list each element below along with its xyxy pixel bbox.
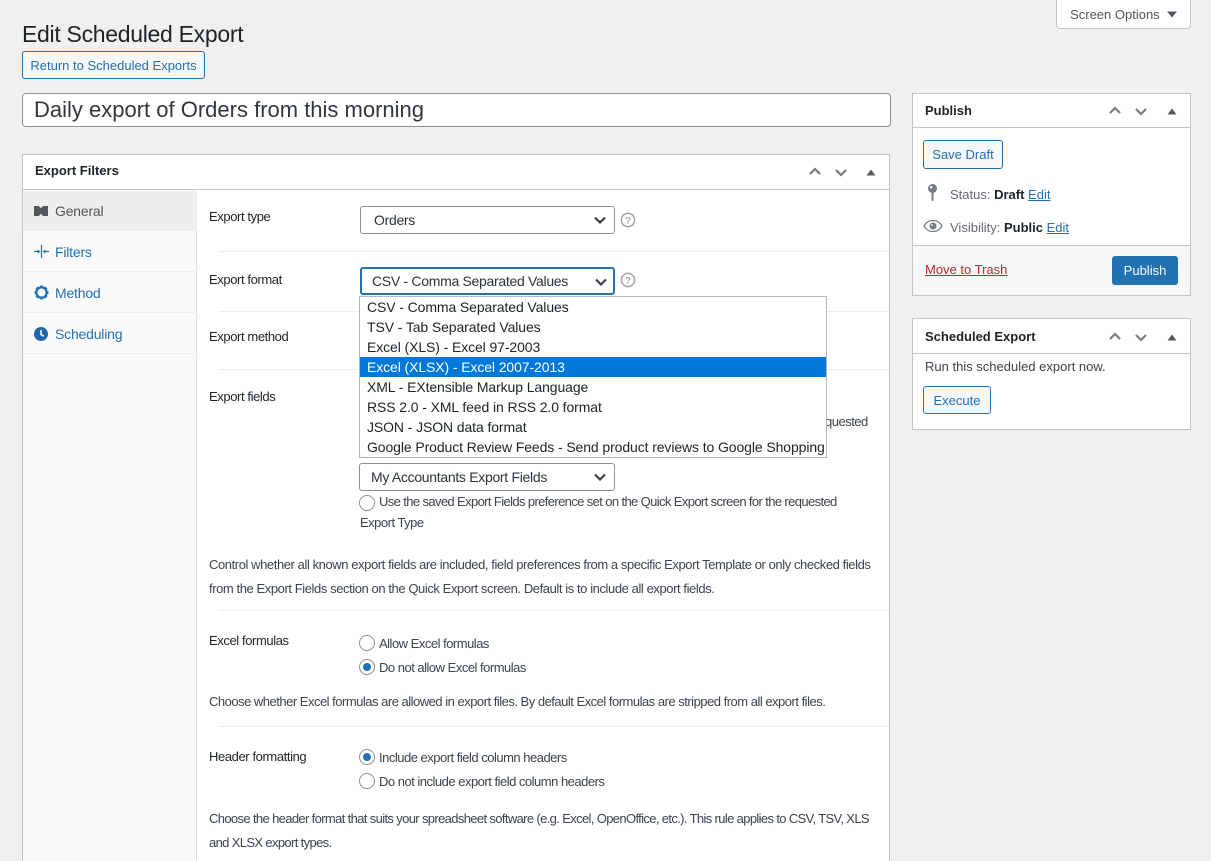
svg-text:?: ? — [625, 276, 631, 287]
svg-text:?: ? — [625, 216, 631, 227]
